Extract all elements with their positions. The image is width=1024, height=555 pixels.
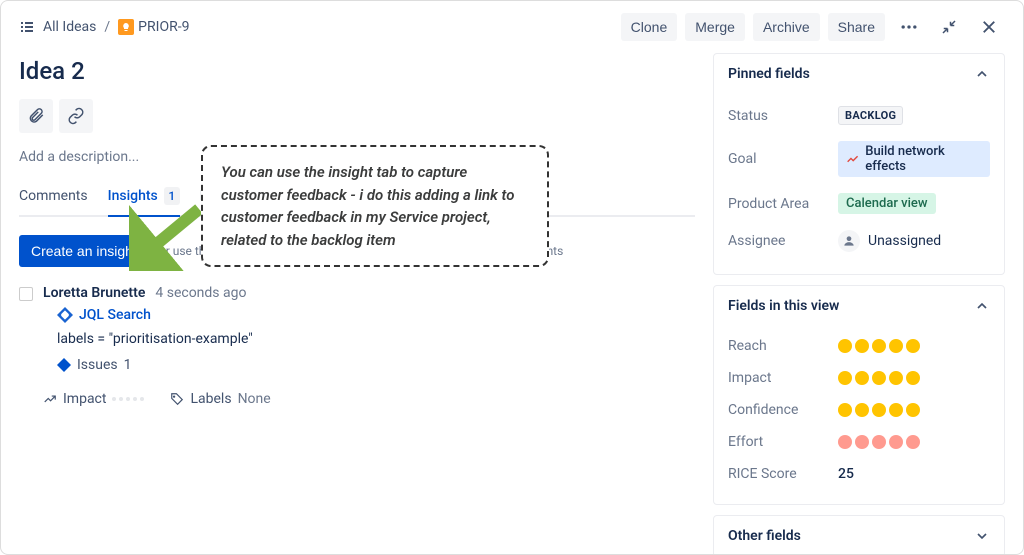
tab-comments[interactable]: Comments [19,187,88,215]
rating-dots [838,435,990,449]
archive-button[interactable]: Archive [753,13,820,41]
status-field[interactable]: Status BACKLOG [728,98,990,133]
status-badge: BACKLOG [838,106,903,125]
insight-time: 4 seconds ago [155,285,246,301]
other-fields-header[interactable]: Other fields [714,516,1004,555]
rating-dots [838,339,990,353]
attachment-button[interactable] [19,99,53,133]
effort-field[interactable]: Effort [728,426,990,458]
pinned-fields-panel: Pinned fields Status BACKLOG Goal Build … [713,53,1005,275]
link-button[interactable] [59,99,93,133]
breadcrumb-parent[interactable]: All Ideas [43,19,96,35]
idea-type-icon [118,19,134,35]
reach-field[interactable]: Reach [728,330,990,362]
clone-button[interactable]: Clone [621,13,678,41]
issues-count-row: Issues 1 [43,357,695,373]
other-fields-panel: Other fields [713,515,1005,555]
view-fields-header[interactable]: Fields in this view [714,286,1004,326]
jira-icon [57,307,73,323]
insight-item: Loretta Brunette 4 seconds ago JQL Searc… [19,285,695,407]
rating-dots [838,371,990,385]
impact-field[interactable]: Impact [43,391,144,407]
jira-icon [57,358,71,372]
product-area-chip: Calendar view [838,193,936,214]
insight-checkbox[interactable] [19,287,33,301]
list-icon[interactable] [19,19,35,35]
breadcrumb: All Ideas / PRIOR-9 [19,19,189,35]
view-fields-panel: Fields in this view Reach Impact Confide… [713,285,1005,505]
merge-button[interactable]: Merge [685,13,745,41]
collapse-button[interactable] [933,11,965,43]
impact-field[interactable]: Impact [728,362,990,394]
close-button[interactable] [973,11,1005,43]
insight-author: Loretta Brunette [43,285,145,301]
jql-query-text: labels = "prioritisation-example" [43,331,695,347]
chevron-up-icon [974,298,990,314]
chevron-down-icon [974,528,990,544]
product-area-field[interactable]: Product Area Calendar view [728,185,990,222]
avatar [838,230,860,252]
pinned-fields-header[interactable]: Pinned fields [714,54,1004,94]
goal-field[interactable]: Goal Build network effects [728,133,990,185]
goal-chip: Build network effects [838,141,990,177]
chevron-up-icon [974,66,990,82]
page-title[interactable]: Idea 2 [19,57,695,85]
breadcrumb-separator: / [104,19,110,35]
labels-field[interactable]: Labels None [170,391,270,407]
more-actions-button[interactable] [893,11,925,43]
issue-key[interactable]: PRIOR-9 [118,19,189,35]
trend-icon [846,152,859,166]
jql-search-link[interactable]: JQL Search [43,307,695,323]
confidence-field[interactable]: Confidence [728,394,990,426]
assignee-field[interactable]: Assignee Unassigned [728,222,990,260]
rice-score-field[interactable]: RICE Score 25 [728,458,990,490]
share-button[interactable]: Share [828,13,885,41]
rating-dots [838,403,990,417]
tag-icon [170,392,184,406]
annotation-arrow-icon [129,201,209,271]
annotation-callout: You can use the insight tab to capture c… [201,145,549,267]
trend-icon [43,392,57,406]
